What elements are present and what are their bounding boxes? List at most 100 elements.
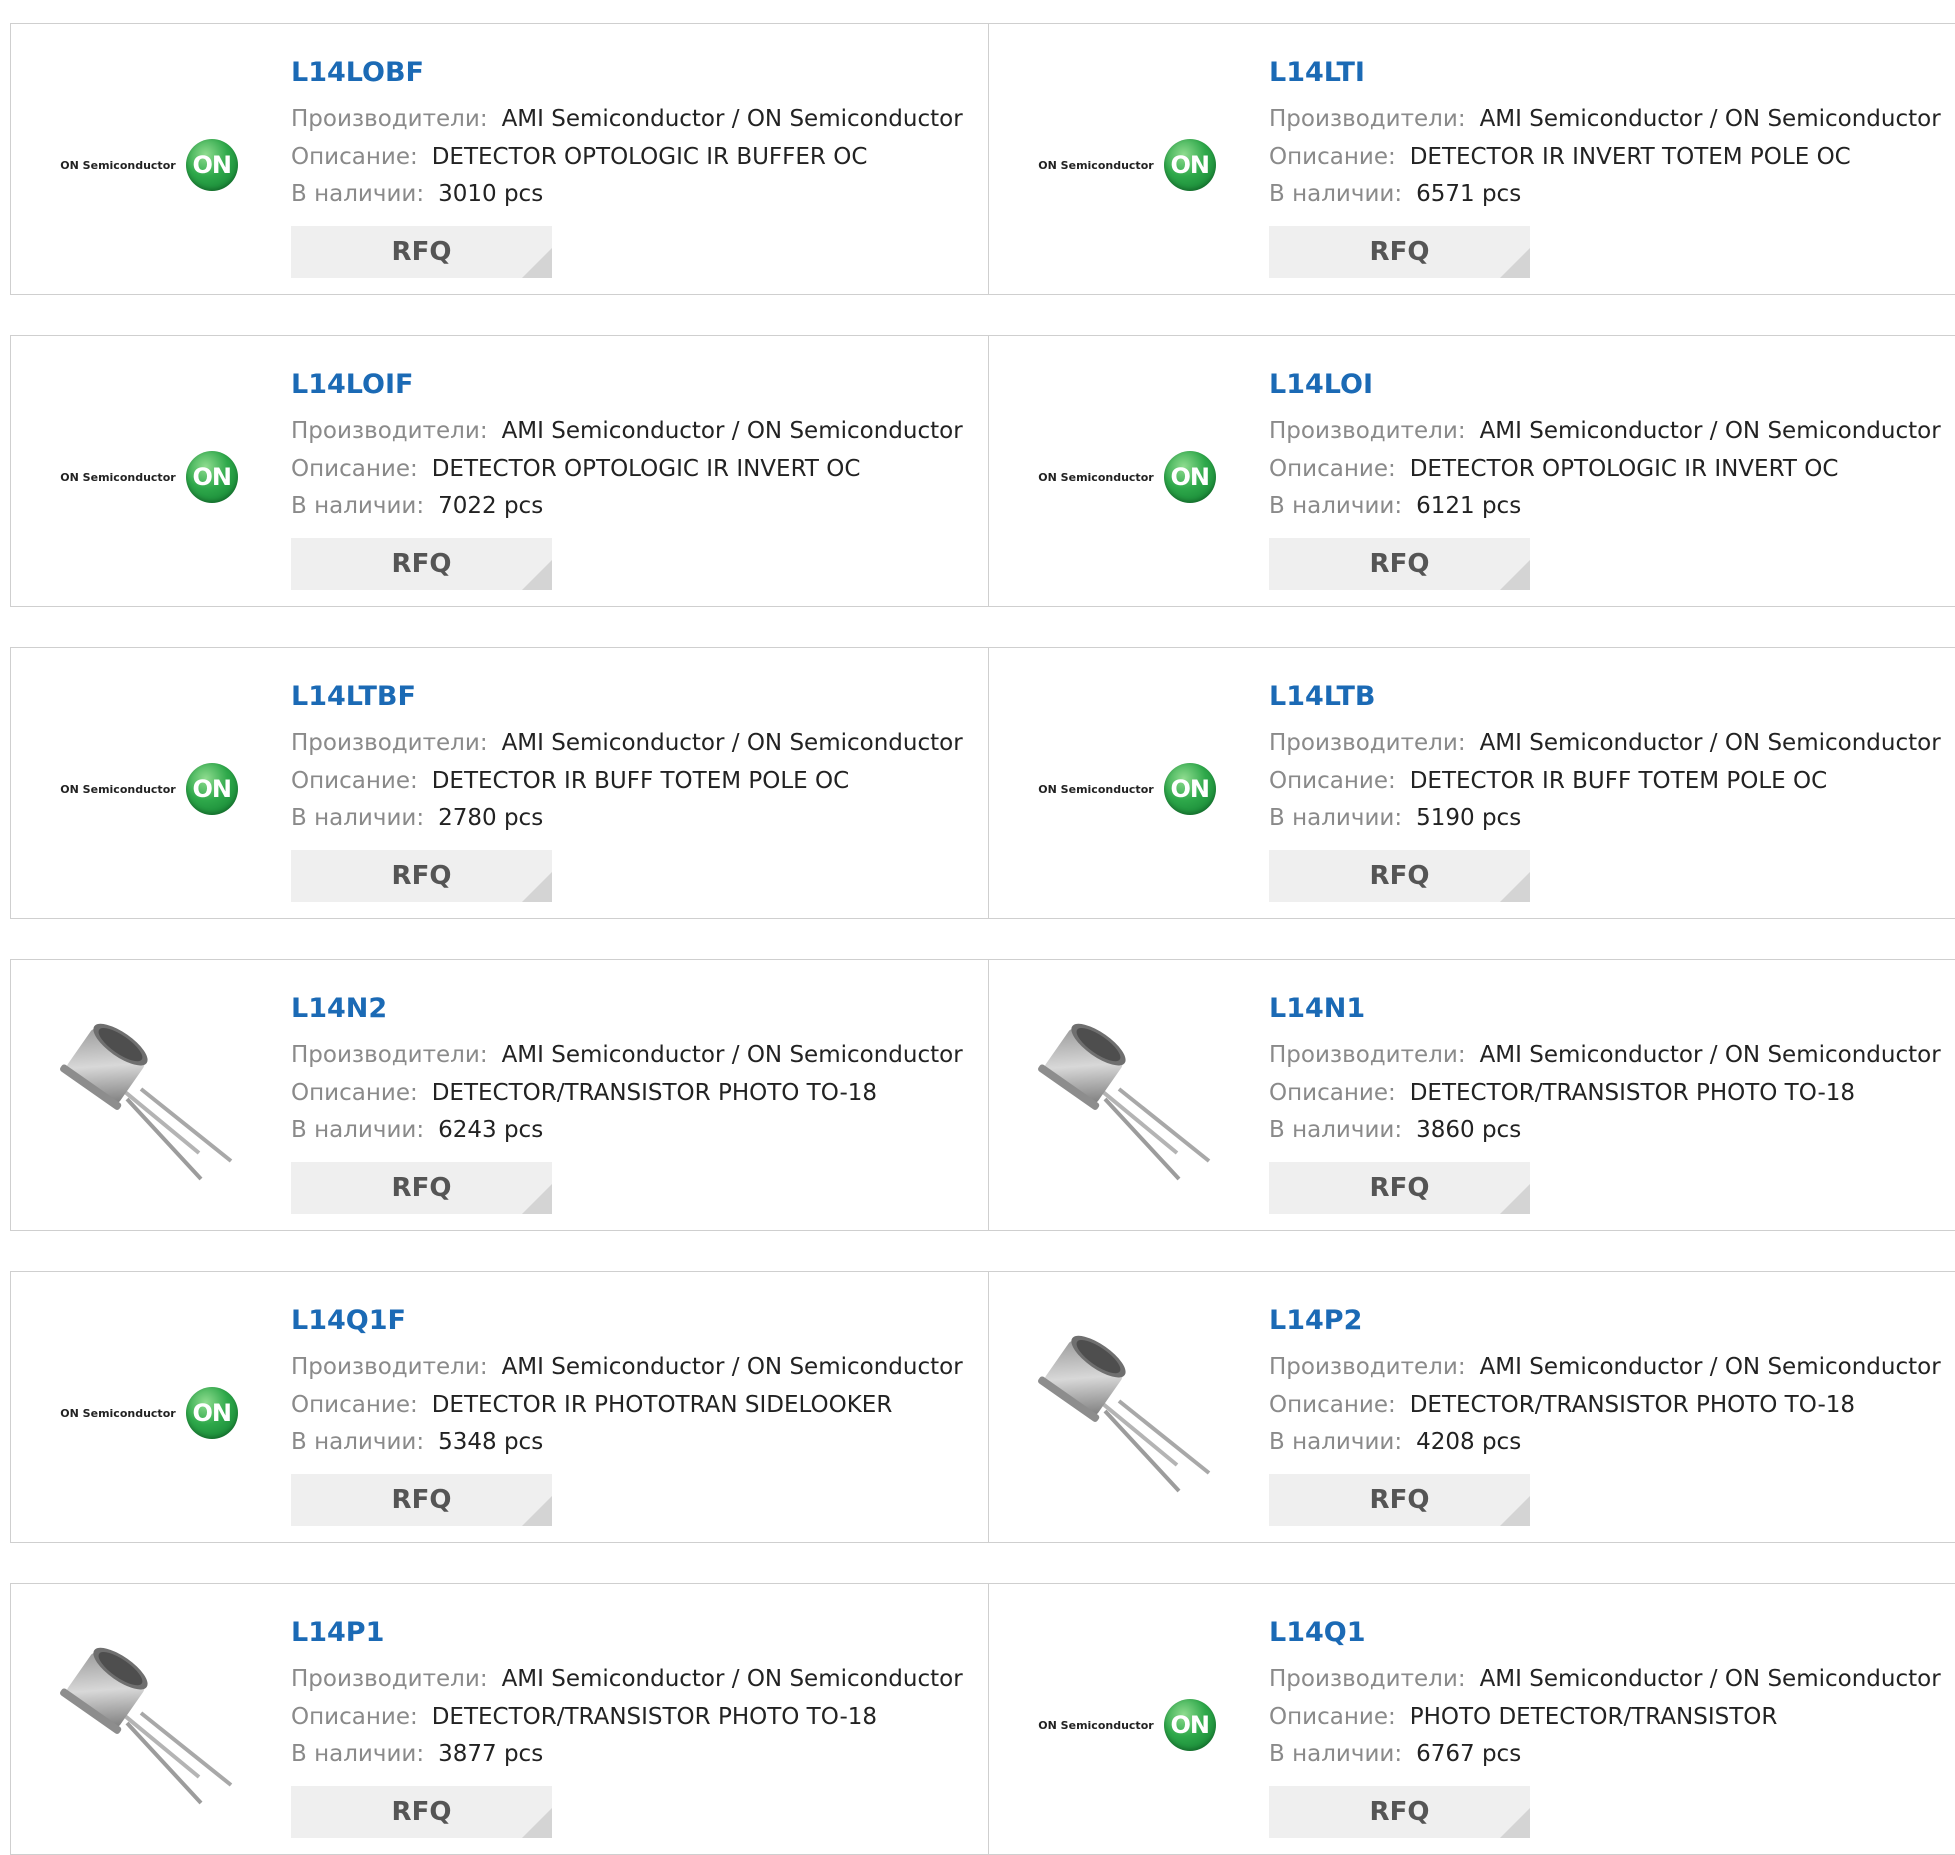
product-row: ON Semiconductor ON L14LOIF Производители… (10, 335, 1955, 607)
on-semiconductor-logo[interactable]: ON Semiconductor ON (49, 689, 249, 889)
description-value: DETECTOR/TRANSISTOR PHOTO TO-18 (1409, 1392, 1856, 1418)
description-value: DETECTOR IR BUFF TOTEM POLE OC (431, 768, 850, 794)
stock-label: В наличии: (1269, 1429, 1403, 1455)
manufacturer-value: AMI Semiconductor / ON Semiconductor (501, 1042, 963, 1068)
rfq-button[interactable]: RFQ (1269, 226, 1530, 278)
product-row: L14N2 Производители: AMI Semiconductor / … (10, 959, 1955, 1231)
rfq-corner-decoration (522, 248, 552, 278)
rfq-corner-decoration (522, 872, 552, 902)
on-semiconductor-logo-mark: ON Semiconductor ON (1038, 139, 1216, 191)
product-row: ON Semiconductor ON L14LTBF Производители… (10, 647, 1955, 919)
rfq-label: RFQ (1369, 1797, 1430, 1827)
to-18-transistor-icon (1038, 1335, 1211, 1493)
part-number-link[interactable]: L14LOIF (291, 369, 413, 400)
description-value: DETECTOR IR BUFF TOTEM POLE OC (1409, 768, 1828, 794)
on-semiconductor-logo[interactable]: ON Semiconductor ON (49, 65, 249, 265)
manufacturer-value: AMI Semiconductor / ON Semiconductor (501, 730, 963, 756)
stock-line: В наличии: 2780 pcs (291, 805, 543, 831)
part-number-link[interactable]: L14LTI (1269, 57, 1365, 88)
manufacturer-value: AMI Semiconductor / ON Semiconductor (501, 1354, 963, 1380)
on-semiconductor-logo[interactable]: ON Semiconductor ON (1027, 1625, 1227, 1825)
transistor-photo[interactable] (1027, 1313, 1227, 1513)
product-card: ON Semiconductor ON L14Q1F Производители:… (11, 1272, 989, 1542)
description-value: DETECTOR OPTOLOGIC IR BUFFER OC (431, 144, 868, 170)
part-number-link[interactable]: L14P2 (1269, 1305, 1362, 1336)
rfq-button[interactable]: RFQ (291, 850, 552, 902)
rfq-label: RFQ (391, 549, 452, 579)
part-number-link[interactable]: L14Q1 (1269, 1617, 1366, 1648)
stock-label: В наличии: (291, 181, 425, 207)
manufacturer-label: Производители: (291, 106, 488, 132)
product-card: L14N2 Производители: AMI Semiconductor / … (11, 960, 989, 1230)
product-row: ON Semiconductor ON L14LOBF Производители… (10, 23, 1955, 295)
rfq-button[interactable]: RFQ (291, 538, 552, 590)
transistor-photo[interactable] (1027, 1001, 1227, 1201)
rfq-button[interactable]: RFQ (291, 1162, 552, 1214)
logo-brand-text: ON Semiconductor (1038, 1718, 1154, 1732)
stock-value: 6121 pcs (1416, 493, 1522, 519)
stock-label: В наличии: (291, 1117, 425, 1143)
logo-brand-text: ON Semiconductor (60, 158, 176, 172)
manufacturer-value: AMI Semiconductor / ON Semiconductor (501, 1666, 963, 1692)
description-label: Описание: (291, 456, 418, 482)
rfq-label: RFQ (391, 1797, 452, 1827)
stock-label: В наличии: (1269, 181, 1403, 207)
on-semiconductor-logo[interactable]: ON Semiconductor ON (1027, 65, 1227, 265)
stock-label: В наличии: (1269, 493, 1403, 519)
logo-brand-text: ON Semiconductor (60, 782, 176, 796)
product-row: ON Semiconductor ON L14Q1F Производители:… (10, 1271, 1955, 1543)
product-card: L14P2 Производители: AMI Semiconductor / … (988, 1272, 1955, 1542)
description-label: Описание: (291, 1080, 418, 1106)
rfq-label: RFQ (1369, 237, 1430, 267)
part-number-link[interactable]: L14LTBF (291, 681, 416, 712)
rfq-button[interactable]: RFQ (1269, 1786, 1530, 1838)
rfq-button[interactable]: RFQ (1269, 1162, 1530, 1214)
manufacturer-label: Производители: (1269, 730, 1466, 756)
on-semiconductor-logo[interactable]: ON Semiconductor ON (49, 1313, 249, 1513)
rfq-button[interactable]: RFQ (291, 226, 552, 278)
rfq-label: RFQ (1369, 1173, 1430, 1203)
rfq-button[interactable]: RFQ (1269, 1474, 1530, 1526)
part-number-link[interactable]: L14P1 (291, 1617, 384, 1648)
description-value: DETECTOR/TRANSISTOR PHOTO TO-18 (431, 1704, 878, 1730)
stock-value: 5190 pcs (1416, 805, 1522, 831)
description-label: Описание: (1269, 456, 1396, 482)
rfq-corner-decoration (1500, 1808, 1530, 1838)
stock-value: 5348 pcs (438, 1429, 544, 1455)
rfq-corner-decoration (522, 560, 552, 590)
manufacturer-line: Производители: AMI Semiconductor / ON Sem… (291, 1666, 963, 1692)
rfq-button[interactable]: RFQ (291, 1786, 552, 1838)
rfq-button[interactable]: RFQ (291, 1474, 552, 1526)
manufacturer-label: Производители: (1269, 106, 1466, 132)
description-line: Описание: DETECTOR IR BUFF TOTEM POLE OC (1269, 768, 1827, 794)
part-number-link[interactable]: L14Q1F (291, 1305, 406, 1336)
on-semiconductor-logo[interactable]: ON Semiconductor ON (1027, 689, 1227, 889)
description-line: Описание: DETECTOR IR BUFF TOTEM POLE OC (291, 768, 849, 794)
part-number-link[interactable]: L14LOBF (291, 57, 424, 88)
on-semiconductor-logo[interactable]: ON Semiconductor ON (49, 377, 249, 577)
stock-line: В наличии: 6243 pcs (291, 1117, 543, 1143)
manufacturer-label: Производители: (291, 1666, 488, 1692)
rfq-button[interactable]: RFQ (1269, 850, 1530, 902)
stock-line: В наличии: 3877 pcs (291, 1741, 543, 1767)
manufacturer-value: AMI Semiconductor / ON Semiconductor (1479, 1042, 1941, 1068)
rfq-button[interactable]: RFQ (1269, 538, 1530, 590)
on-semiconductor-logo[interactable]: ON Semiconductor ON (1027, 377, 1227, 577)
description-label: Описание: (1269, 768, 1396, 794)
on-semiconductor-logo-mark: ON Semiconductor ON (60, 1387, 238, 1439)
description-line: Описание: DETECTOR IR INVERT TOTEM POLE O… (1269, 144, 1851, 170)
rfq-corner-decoration (1500, 1496, 1530, 1526)
on-badge-icon: ON (185, 139, 238, 191)
rfq-label: RFQ (391, 861, 452, 891)
on-badge-icon: ON (1163, 139, 1216, 191)
part-number-link[interactable]: L14N1 (1269, 993, 1365, 1024)
rfq-label: RFQ (391, 237, 452, 267)
part-number-link[interactable]: L14LOI (1269, 369, 1373, 400)
stock-line: В наличии: 5190 pcs (1269, 805, 1521, 831)
transistor-photo[interactable] (49, 1001, 249, 1201)
transistor-photo[interactable] (49, 1625, 249, 1825)
part-number-link[interactable]: L14N2 (291, 993, 387, 1024)
product-card: ON Semiconductor ON L14LTBF Производители… (11, 648, 989, 918)
stock-value: 3860 pcs (1416, 1117, 1522, 1143)
part-number-link[interactable]: L14LTB (1269, 681, 1376, 712)
